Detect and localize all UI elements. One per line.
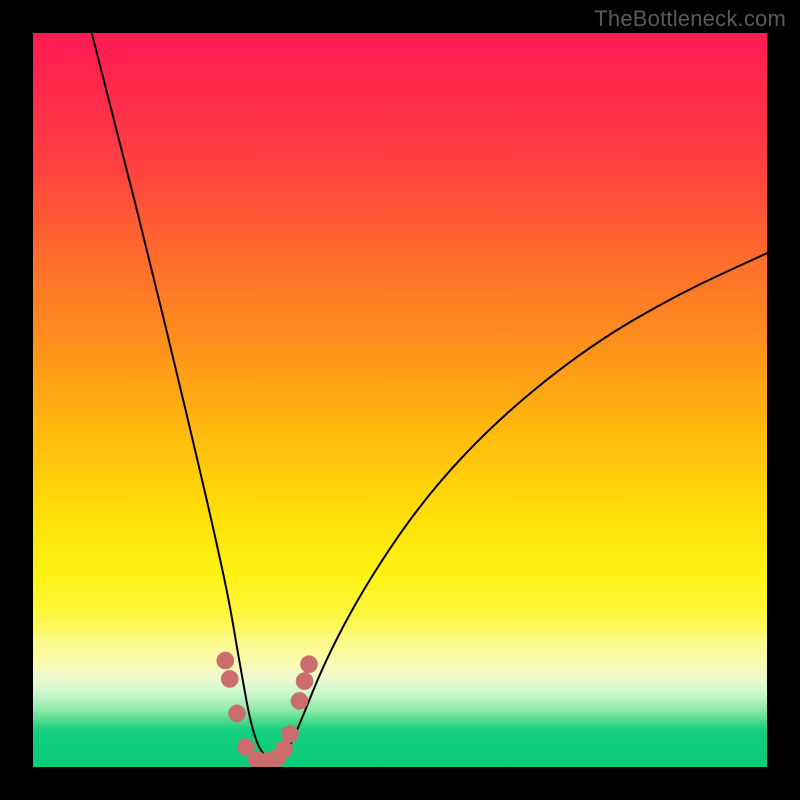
marker-dot [275, 741, 293, 759]
chart-frame: TheBottleneck.com [0, 0, 800, 800]
marker-dot [221, 670, 239, 688]
marker-dot [296, 672, 314, 690]
marker-dot [291, 692, 309, 710]
marker-dot [300, 655, 318, 673]
plot-svg [33, 33, 767, 767]
marker-dot [268, 749, 286, 767]
bottleneck-curve [92, 33, 767, 762]
light-band [33, 613, 767, 679]
marker-dot [281, 725, 299, 743]
marker-dot [217, 652, 235, 670]
marker-dot [237, 738, 255, 756]
marker-dot [228, 705, 246, 723]
marker-dot [248, 751, 266, 767]
marker-dot [259, 752, 277, 767]
plot-area [33, 33, 767, 767]
credit-label: TheBottleneck.com [594, 6, 786, 32]
